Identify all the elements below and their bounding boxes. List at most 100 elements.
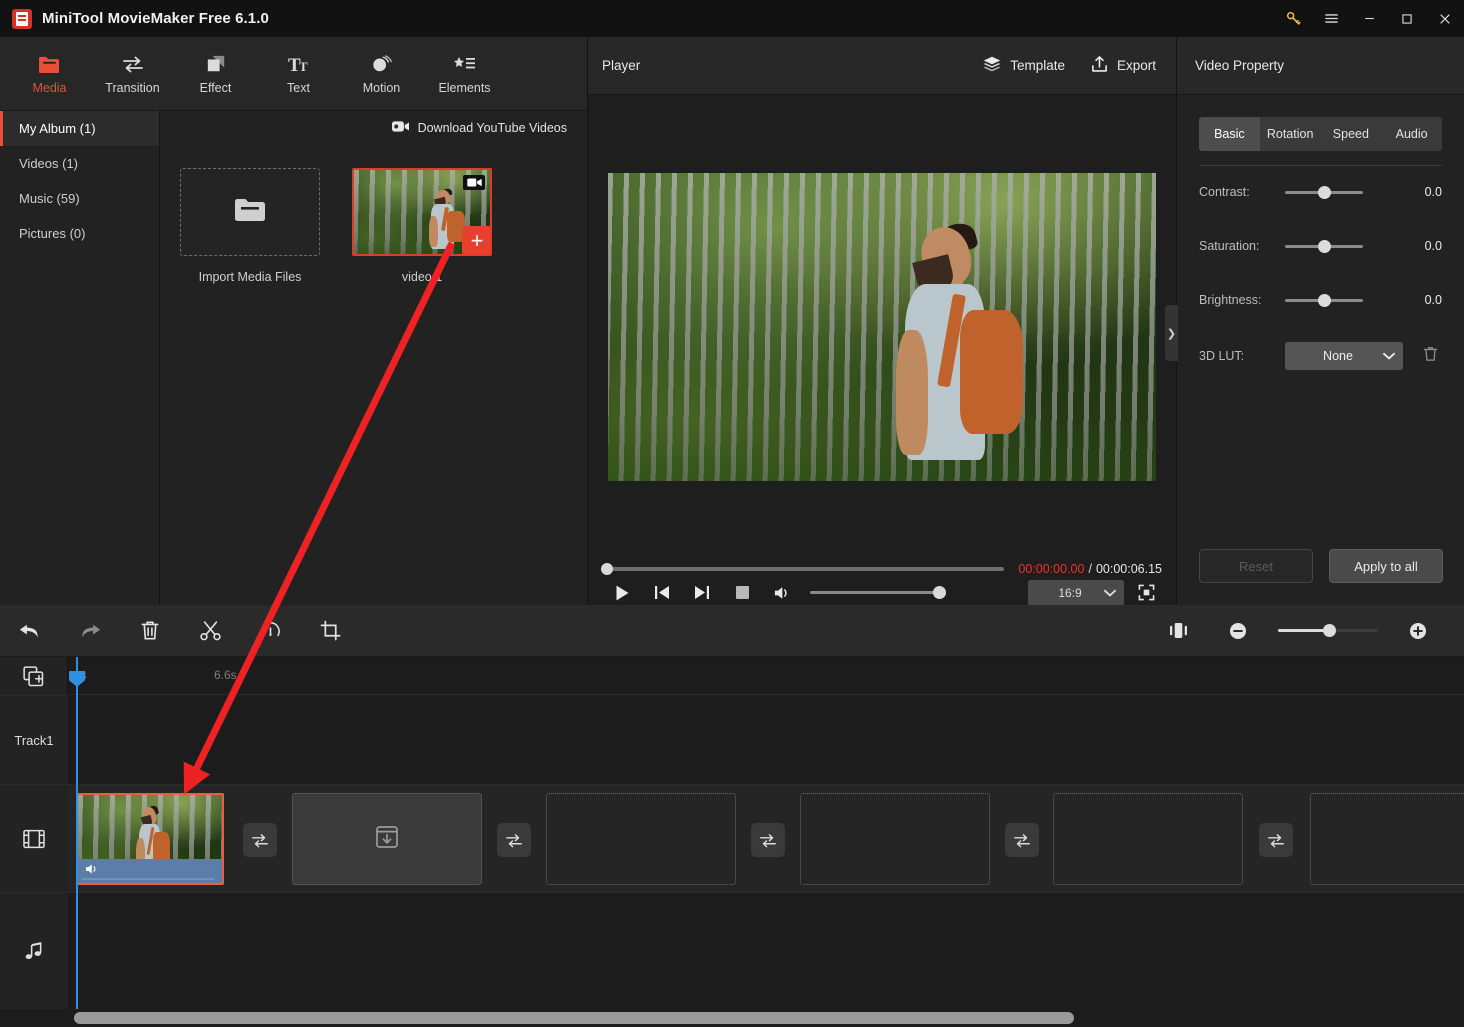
tab-rotation[interactable]: Rotation xyxy=(1260,117,1321,151)
template-button[interactable]: Template xyxy=(983,55,1065,76)
tab-speed[interactable]: Speed xyxy=(1321,117,1382,151)
volume-handle[interactable] xyxy=(933,586,946,599)
timeline-ruler[interactable]: 0s 6.6s xyxy=(68,657,1464,695)
timeline-clip-video-1[interactable] xyxy=(76,793,224,885)
stop-button[interactable] xyxy=(722,580,762,605)
current-time: 00:00:00.00 xyxy=(1018,562,1084,576)
seek-handle[interactable] xyxy=(601,563,613,575)
zoom-out-icon[interactable] xyxy=(1208,605,1268,657)
transition-slot-3[interactable] xyxy=(751,823,785,857)
transition-slot-2[interactable] xyxy=(497,823,531,857)
volume-slider[interactable] xyxy=(810,591,944,594)
ribbon-label-media: Media xyxy=(32,81,66,95)
trash-icon[interactable] xyxy=(1423,346,1438,367)
download-youtube-button[interactable]: Download YouTube Videos xyxy=(160,111,587,146)
audio-track[interactable] xyxy=(68,893,1464,1009)
main-row: Media Transition xyxy=(0,37,1464,605)
redo-icon[interactable] xyxy=(60,605,120,657)
zoom-handle[interactable] xyxy=(1323,624,1336,637)
media-item-label: video 1 xyxy=(352,270,492,284)
media-drop-slot-5[interactable] xyxy=(1310,793,1464,885)
brightness-handle[interactable] xyxy=(1318,294,1331,307)
media-thumbnail[interactable]: + xyxy=(352,168,492,256)
reset-button[interactable]: Reset xyxy=(1199,549,1313,583)
volume-icon[interactable] xyxy=(762,580,802,605)
video-preview[interactable] xyxy=(608,173,1156,481)
timeline-zoom-slider[interactable] xyxy=(1278,629,1378,632)
fullscreen-icon[interactable] xyxy=(1130,580,1162,606)
sidebar-item-pictures[interactable]: Pictures (0) xyxy=(0,216,159,251)
sidebar-label-music: Music (59) xyxy=(19,191,80,206)
split-scissors-icon[interactable] xyxy=(180,605,240,657)
brightness-label: Brightness: xyxy=(1199,293,1279,307)
media-drop-slot-4[interactable] xyxy=(1053,793,1243,885)
ribbon-tab-transition[interactable]: Transition xyxy=(91,41,174,107)
ribbon-tab-text[interactable]: T T Text xyxy=(257,41,340,107)
crop-icon[interactable] xyxy=(300,605,360,657)
maximize-icon[interactable] xyxy=(1388,0,1426,37)
player-panel: Player Template xyxy=(588,37,1176,605)
split-view-icon[interactable] xyxy=(1148,605,1208,657)
tab-audio[interactable]: Audio xyxy=(1381,117,1442,151)
add-media-icon[interactable] xyxy=(0,657,67,695)
clip-audio-waveform xyxy=(82,878,214,880)
media-drop-slot-1[interactable] xyxy=(292,793,482,885)
export-label: Export xyxy=(1117,58,1156,73)
text-tt-icon: T T xyxy=(287,52,311,74)
next-frame-button[interactable] xyxy=(682,580,722,605)
playhead[interactable] xyxy=(76,657,78,1009)
clip-audio-bar[interactable] xyxy=(78,859,222,883)
key-icon[interactable] xyxy=(1274,0,1312,37)
sidebar-item-music[interactable]: Music (59) xyxy=(0,181,159,216)
elements-star-list-icon xyxy=(453,52,477,74)
film-strip-icon[interactable] xyxy=(0,785,68,893)
previous-frame-button[interactable] xyxy=(642,580,682,605)
play-button[interactable] xyxy=(602,580,642,605)
total-time: 00:00:06.15 xyxy=(1096,562,1162,576)
ribbon-tab-effect[interactable]: Effect xyxy=(174,41,257,107)
track-upper[interactable] xyxy=(68,695,1464,785)
contrast-slider[interactable] xyxy=(1285,191,1363,194)
timeline-horizontal-scrollbar[interactable] xyxy=(74,1012,1074,1024)
ribbon-tab-media[interactable]: Media xyxy=(8,41,91,107)
ribbon-tab-elements[interactable]: Elements xyxy=(423,41,506,107)
saturation-slider[interactable] xyxy=(1285,245,1363,248)
timeline-tracks xyxy=(68,695,1464,1009)
sidebar-item-videos[interactable]: Videos (1) xyxy=(0,146,159,181)
export-button[interactable]: Export xyxy=(1091,55,1156,76)
music-note-icon[interactable] xyxy=(0,893,68,1009)
menu-icon[interactable] xyxy=(1312,0,1350,37)
layers-icon xyxy=(983,56,1001,76)
contrast-row: Contrast: 0.0 xyxy=(1199,180,1442,204)
zoom-in-icon[interactable] xyxy=(1388,605,1448,657)
minimize-icon[interactable] xyxy=(1350,0,1388,37)
delete-icon[interactable] xyxy=(120,605,180,657)
transition-arrows-icon xyxy=(121,52,145,74)
apply-to-all-button[interactable]: Apply to all xyxy=(1329,549,1443,583)
seek-slider[interactable] xyxy=(602,567,1004,571)
app-logo-icon xyxy=(12,9,32,29)
contrast-handle[interactable] xyxy=(1318,186,1331,199)
transition-slot-5[interactable] xyxy=(1259,823,1293,857)
media-drop-slot-2[interactable] xyxy=(546,793,736,885)
close-icon[interactable] xyxy=(1426,0,1464,37)
saturation-handle[interactable] xyxy=(1318,240,1331,253)
speed-gauge-icon[interactable] xyxy=(240,605,300,657)
plus-icon[interactable]: + xyxy=(462,226,492,256)
sidebar-item-my-album[interactable]: My Album (1) xyxy=(0,111,159,146)
tab-basic[interactable]: Basic xyxy=(1199,117,1260,151)
video-frame-artwork xyxy=(608,173,1156,481)
transition-slot-1[interactable] xyxy=(243,823,277,857)
lut-select[interactable]: None xyxy=(1285,342,1403,370)
aspect-ratio-select[interactable]: 16:9 xyxy=(1028,580,1124,606)
brightness-slider[interactable] xyxy=(1285,299,1363,302)
undo-icon[interactable] xyxy=(0,605,60,657)
effect-squares-icon xyxy=(205,52,227,74)
media-drop-slot-3[interactable] xyxy=(800,793,990,885)
tab-basic-label: Basic xyxy=(1214,127,1245,141)
ribbon-tab-motion[interactable]: Motion xyxy=(340,41,423,107)
app-title: MiniTool MovieMaker Free 6.1.0 xyxy=(42,10,269,27)
video-track[interactable] xyxy=(68,785,1464,893)
transition-slot-4[interactable] xyxy=(1005,823,1039,857)
import-media-button[interactable] xyxy=(180,168,320,256)
